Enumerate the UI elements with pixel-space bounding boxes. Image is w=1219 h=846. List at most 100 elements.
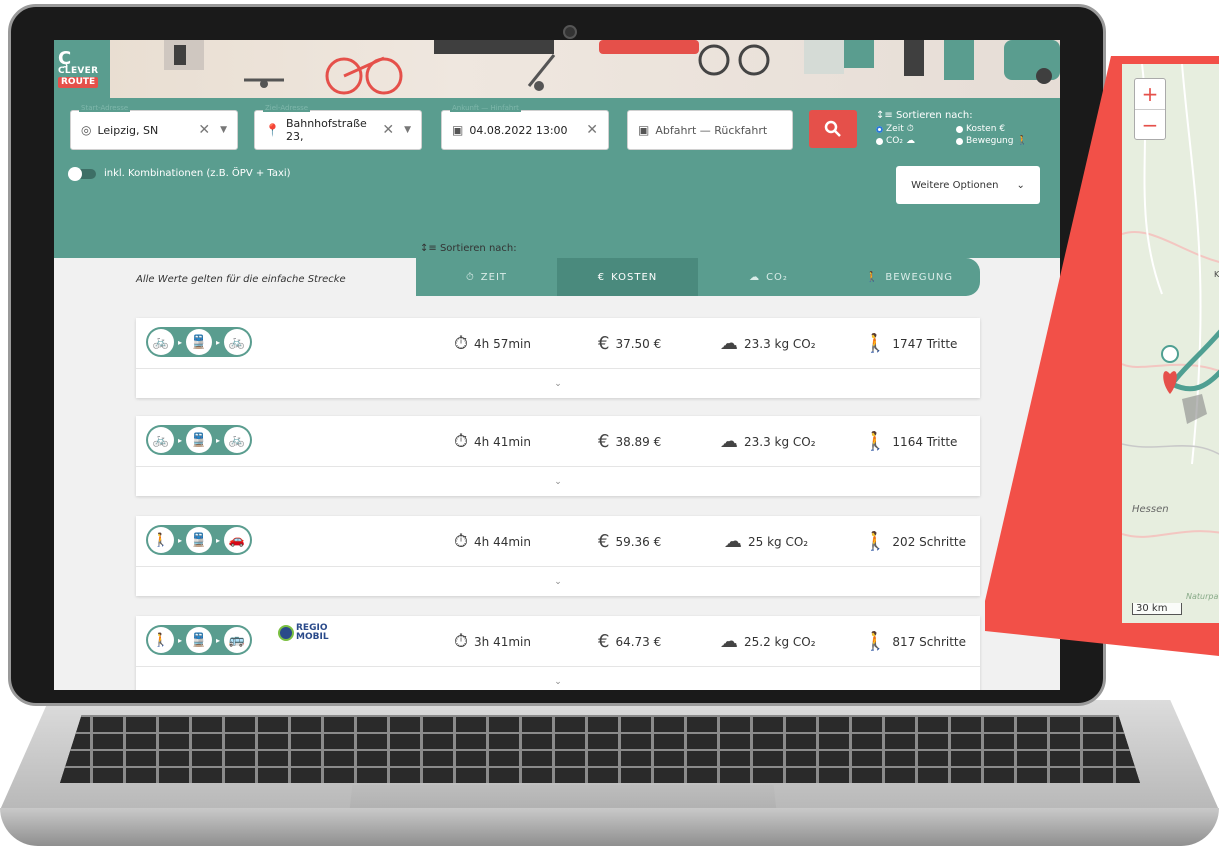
sort-option-time[interactable]: Zeit ⏱: [876, 124, 956, 134]
zoom-out-button[interactable]: −: [1135, 109, 1165, 140]
route-map[interactable]: + − Hessen K Naturpa 30 km: [1114, 56, 1219, 631]
expand-chevron-icon[interactable]: ⌄: [136, 369, 980, 399]
stopwatch-icon: ⏱: [454, 531, 469, 552]
clear-icon[interactable]: ✕: [586, 122, 598, 138]
sort-option-cost[interactable]: Kosten €: [956, 124, 1036, 134]
cloud-icon: ☁: [720, 431, 738, 452]
sort-option-movement[interactable]: Bewegung 🚶: [956, 136, 1036, 146]
expand-chevron-icon[interactable]: ⌄: [136, 567, 980, 597]
return-date-placeholder: Abfahrt — Rückfahrt: [655, 123, 768, 137]
regiomobil-logo: REGIO MOBIL: [278, 624, 329, 642]
stopwatch-icon: ⏱: [454, 333, 469, 354]
walking-icon: 🚶: [864, 333, 887, 354]
tab-cost[interactable]: € KOSTEN: [557, 258, 698, 296]
ebike-icon: 🚲: [224, 427, 250, 453]
search-panel: Start-Adresse ◎ Leipzig, SN ✕ ▼ Ziel-Adr…: [54, 98, 1060, 258]
stopwatch-icon: ⏱: [465, 271, 475, 283]
train-icon: 🚆: [186, 627, 212, 653]
radio-unselected[interactable]: [956, 137, 963, 145]
euro-icon: €: [598, 333, 610, 354]
expand-chevron-icon[interactable]: ⌄: [136, 667, 980, 690]
route-co2: ☁ 25.2 kg CO₂: [720, 631, 816, 652]
chevron-down-icon: ⌄: [1016, 179, 1025, 191]
mode-chain: 🚲 ▸ 🚆 ▸ 🚲: [146, 425, 252, 455]
euro-icon: €: [598, 431, 610, 452]
arrow-right-icon: ▸: [177, 337, 182, 347]
zoom-in-button[interactable]: +: [1135, 79, 1165, 109]
outbound-date-label: Ankunft — Hinfahrt: [450, 104, 521, 112]
tab-co2[interactable]: ☁ CO₂: [698, 258, 839, 296]
return-date-field[interactable]: ▣ Abfahrt — Rückfahrt: [627, 110, 793, 150]
sort-lines-icon: ↕≡: [876, 110, 893, 121]
outbound-date-field[interactable]: Ankunft — Hinfahrt ▣ 04.08.2022 13:00 ✕: [441, 104, 609, 150]
ebike-icon: 🚲: [148, 427, 174, 453]
chevron-down-icon[interactable]: ▼: [404, 125, 411, 135]
mode-chain: 🚲 ▸ 🚆 ▸ 🚲: [146, 327, 252, 357]
search-button[interactable]: [809, 110, 857, 148]
chevron-down-icon[interactable]: ▼: [220, 125, 227, 135]
walking-icon: 🚶: [1016, 136, 1028, 146]
walking-icon: 🚶: [864, 431, 887, 452]
sort-tabs: ⏱ ZEIT € KOSTEN ☁ CO₂ 🚶 BEWEGUNG: [416, 258, 980, 296]
clever-route-logo[interactable]: Ç CLEVER ROUTE: [54, 40, 110, 98]
mode-chain: 🚶 ▸ 🚆 ▸ 🚌: [146, 625, 252, 655]
calendar-icon: ▣: [452, 123, 464, 137]
destination-address-field[interactable]: Ziel-Adresse 📍 Bahnhofstraße 23, ✕ ▼: [254, 104, 422, 150]
combination-toggle-label: inkl. Kombinationen (z.B. ÖPV + Taxi): [104, 168, 291, 179]
route-co2: ☁ 23.3 kg CO₂: [720, 431, 816, 452]
clear-icon[interactable]: ✕: [198, 122, 210, 138]
route-card[interactable]: 🚶 ▸ 🚆 ▸ 🚗 ⏱ 4h 44min €59.36 € ☁ 25 kg CO₂ 🚶 2…: [136, 516, 980, 596]
location-target-icon: ◎: [81, 123, 92, 137]
route-card[interactable]: 🚶 ▸ 🚆 ▸ 🚌 REGIO MOBIL ⏱ 3h 41min €64.73 € ☁…: [136, 616, 980, 690]
expand-chevron-icon[interactable]: ⌄: [136, 467, 980, 497]
arrow-right-icon: ▸: [215, 435, 220, 445]
clear-icon[interactable]: ✕: [382, 122, 394, 138]
search-icon: [824, 120, 841, 137]
bus-icon: 🚌: [224, 627, 250, 653]
stopwatch-icon: ⏱: [906, 124, 914, 134]
hero-illustration: [164, 40, 1060, 95]
route-co2: ☁ 23.3 kg CO₂: [720, 333, 816, 354]
map-tiles: [1122, 64, 1219, 623]
route-movement: 🚶 1747 Tritte: [864, 333, 958, 354]
arrow-right-icon: ▸: [215, 535, 220, 545]
radio-selected[interactable]: [876, 125, 883, 133]
arrow-right-icon: ▸: [215, 337, 220, 347]
bike-icon: 🚲: [148, 329, 174, 355]
radio-unselected[interactable]: [956, 125, 963, 133]
start-address-field[interactable]: Start-Adresse ◎ Leipzig, SN ✕ ▼: [70, 104, 238, 150]
radio-unselected[interactable]: [876, 137, 883, 145]
euro-icon: €: [598, 531, 610, 552]
combination-toggle[interactable]: [68, 166, 96, 181]
route-cost: €37.50 €: [598, 333, 662, 354]
euro-icon: €: [597, 271, 606, 283]
bike-icon: 🚲: [224, 329, 250, 355]
sort-lines-icon: ↕≡: [420, 243, 437, 254]
train-icon: 🚆: [186, 427, 212, 453]
calendar-icon: ▣: [638, 123, 650, 137]
cloud-icon: ☁: [720, 333, 738, 354]
route-cost: €38.89 €: [598, 431, 662, 452]
euro-icon: €: [598, 631, 610, 652]
euro-icon: €: [999, 124, 1006, 134]
tab-movement[interactable]: 🚶 BEWEGUNG: [839, 258, 980, 296]
cloud-icon: ☁: [749, 271, 761, 283]
route-time: ⏱ 3h 41min: [454, 631, 531, 652]
map-zoom-control: + −: [1134, 78, 1166, 140]
sort-options-panel: ↕≡ Sortieren nach: Zeit ⏱ Kosten € CO₂ ☁: [876, 110, 1046, 146]
route-co2: ☁ 25 kg CO₂: [724, 531, 809, 552]
cloud-icon: ☁: [720, 631, 738, 652]
map-partial-label: Naturpa: [1186, 592, 1219, 601]
map-partial-label: K: [1214, 270, 1219, 279]
more-options-button[interactable]: Weitere Optionen ⌄: [896, 166, 1040, 204]
route-card[interactable]: 🚲 ▸ 🚆 ▸ 🚲 ⏱ 4h 41min €38.89 € ☁ 23.3 kg CO₂ …: [136, 416, 980, 496]
route-card[interactable]: 🚲 ▸ 🚆 ▸ 🚲 ⏱ 4h 57min €37.50 € ☁ 23.3 kg CO₂ …: [136, 318, 980, 398]
logo-icon: Ç: [58, 47, 72, 69]
route-movement: 🚶 817 Schritte: [864, 631, 967, 652]
tab-time[interactable]: ⏱ ZEIT: [416, 258, 557, 296]
sort-option-co2[interactable]: CO₂ ☁: [876, 136, 956, 146]
more-options-label: Weitere Optionen: [911, 179, 999, 191]
laptop-front-edge: [0, 808, 1219, 846]
map-scale-bar: 30 km: [1132, 603, 1183, 615]
walking-icon: 🚶: [148, 527, 174, 553]
